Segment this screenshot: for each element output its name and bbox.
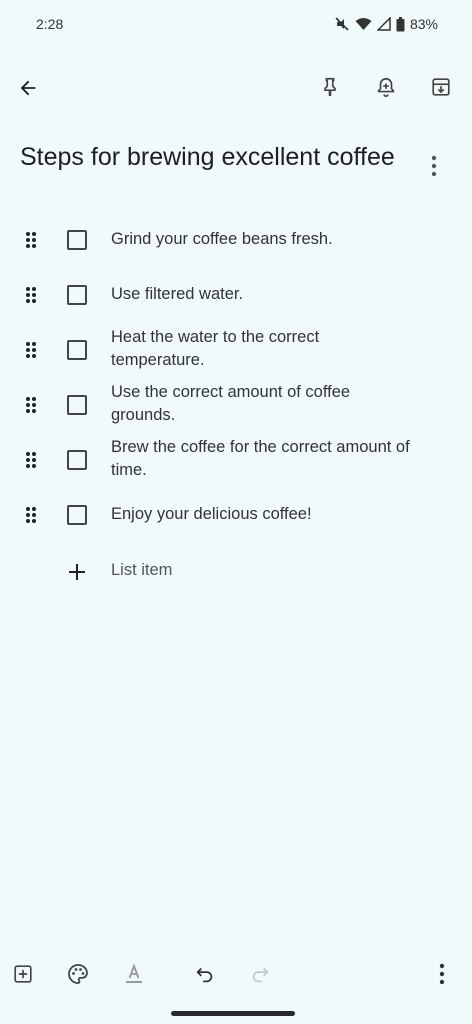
drag-handle-icon[interactable] <box>21 228 41 252</box>
add-list-item-row[interactable]: List item <box>0 555 472 591</box>
background-options-button[interactable] <box>62 958 94 990</box>
item-text[interactable]: Brew the coffee for the correct amount o… <box>111 436 411 482</box>
status-icons: 83% <box>334 16 438 32</box>
redo-icon <box>252 967 269 983</box>
wifi-icon <box>355 18 372 30</box>
back-button[interactable] <box>8 68 48 108</box>
pin-icon <box>324 77 336 97</box>
battery-percent: 83% <box>409 16 438 32</box>
plus-icon <box>64 559 90 585</box>
undo-button[interactable] <box>189 958 221 990</box>
redo-button[interactable] <box>244 958 276 990</box>
more-vert-icon <box>431 155 437 177</box>
drag-handle-icon[interactable] <box>21 448 41 472</box>
pin-button[interactable] <box>310 67 350 107</box>
undo-icon <box>196 967 213 983</box>
list-item: Use filtered water. <box>0 267 472 322</box>
arrow-left-icon <box>20 80 36 96</box>
bell-plus-icon <box>377 77 395 97</box>
list-item: Heat the water to the correct temperatur… <box>0 322 472 377</box>
item-text[interactable]: Use the correct amount of coffee grounds… <box>111 381 411 427</box>
list-item: Use the correct amount of coffee grounds… <box>0 377 472 432</box>
item-checkbox[interactable] <box>67 450 87 470</box>
item-checkbox[interactable] <box>67 505 87 525</box>
list-item: Brew the coffee for the correct amount o… <box>0 432 472 487</box>
item-text[interactable]: Enjoy your delicious coffee! <box>111 503 411 526</box>
item-checkbox[interactable] <box>67 340 87 360</box>
list-item: Enjoy your delicious coffee! <box>0 487 472 542</box>
mute-vibrate-icon <box>335 17 349 31</box>
drag-handle-icon[interactable] <box>21 338 41 362</box>
reminder-button[interactable] <box>366 67 406 107</box>
item-checkbox[interactable] <box>67 395 87 415</box>
list-item: Grind your coffee beans fresh. <box>0 212 472 267</box>
home-indicator[interactable] <box>171 1011 295 1016</box>
palette-icon <box>68 964 88 984</box>
item-text[interactable]: Grind your coffee beans fresh. <box>111 228 411 251</box>
drag-handle-icon[interactable] <box>21 283 41 307</box>
archive-button[interactable] <box>421 67 461 107</box>
text-format-icon <box>126 963 142 983</box>
battery-icon <box>396 16 405 31</box>
add-content-button[interactable] <box>7 958 39 990</box>
archive-icon <box>432 78 450 96</box>
item-text[interactable]: Heat the water to the correct temperatur… <box>111 326 411 372</box>
add-list-item-label: List item <box>111 561 173 579</box>
text-format-button[interactable] <box>118 958 150 990</box>
status-bar: 2:28 83% <box>0 0 472 48</box>
drag-handle-icon[interactable] <box>21 393 41 417</box>
more-options-button[interactable] <box>426 958 458 990</box>
note-toolbar <box>0 64 472 112</box>
add-box-icon <box>14 965 32 983</box>
signal-icon <box>376 17 391 31</box>
drag-handle-icon[interactable] <box>21 503 41 527</box>
title-more-button[interactable] <box>418 146 450 186</box>
status-time: 2:28 <box>36 16 64 32</box>
item-checkbox[interactable] <box>67 285 87 305</box>
bottom-toolbar <box>0 952 472 996</box>
note-title[interactable]: Steps for brewing excellent coffee <box>20 140 400 174</box>
item-text[interactable]: Use filtered water. <box>111 283 411 306</box>
more-vert-icon <box>439 963 445 985</box>
item-checkbox[interactable] <box>67 230 87 250</box>
